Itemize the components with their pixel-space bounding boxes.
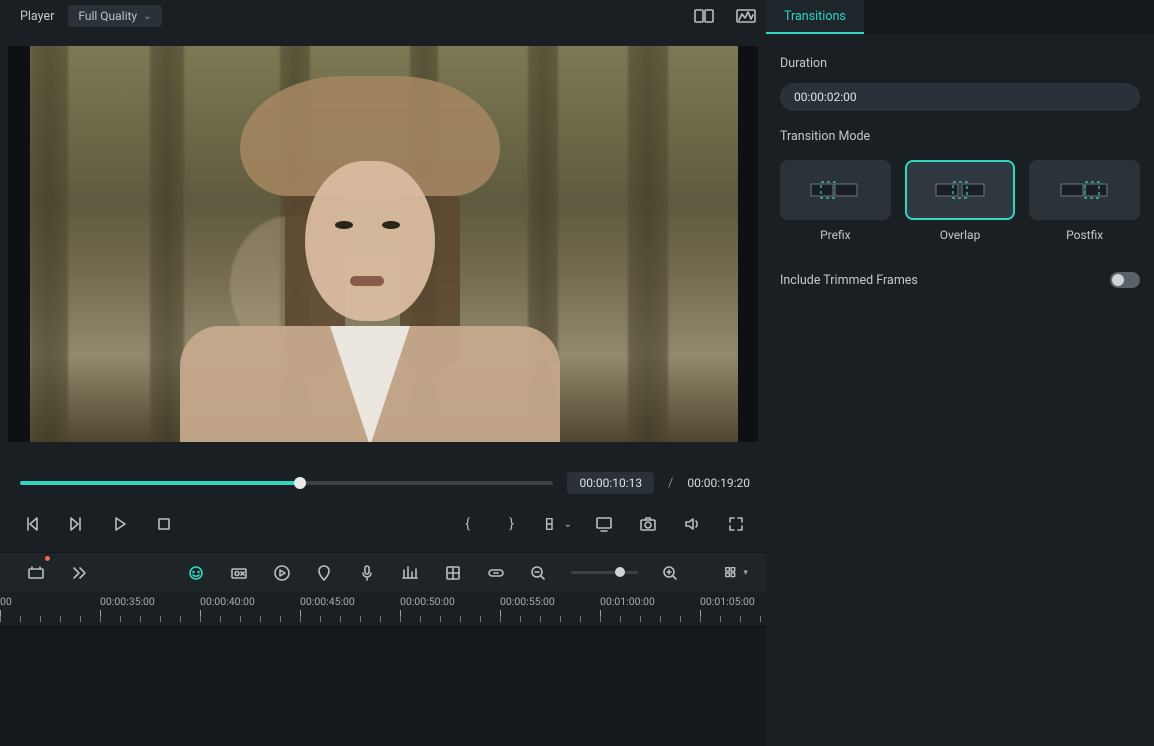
zoom-in-icon[interactable] — [660, 559, 681, 587]
timecode-separator: / — [668, 476, 673, 491]
quality-value: Full Quality — [78, 9, 137, 23]
clip-tools-icon[interactable] — [228, 559, 249, 587]
quality-dropdown[interactable]: Full Quality ⌄ — [68, 5, 161, 27]
mode-overlap[interactable]: Overlap — [905, 160, 1016, 242]
duration-label: Duration — [780, 56, 1140, 71]
fullscreen-icon[interactable] — [722, 510, 750, 538]
next-frame-button[interactable] — [62, 510, 90, 538]
mode-postfix[interactable]: Postfix — [1029, 160, 1140, 242]
audio-icon[interactable] — [678, 510, 706, 538]
play-button[interactable] — [106, 510, 134, 538]
timecode-total: 00:00:19:20 — [687, 476, 750, 490]
chevron-down-icon: ⌄ — [143, 11, 151, 22]
inspector-tabbar: Transitions — [766, 0, 1154, 34]
ruler-mark: 00:00:50:00 — [400, 595, 500, 608]
display-output-icon[interactable] — [590, 510, 618, 538]
expand-right-icon[interactable] — [69, 559, 90, 587]
scrubber-handle[interactable] — [294, 477, 306, 489]
speed-icon[interactable] — [271, 559, 292, 587]
mark-out-button[interactable]: } — [498, 510, 526, 538]
prev-frame-button[interactable] — [18, 510, 46, 538]
compare-view-icon[interactable] — [690, 2, 718, 30]
include-trimmed-label: Include Trimmed Frames — [780, 273, 918, 288]
track-options-icon[interactable]: ▾ — [724, 559, 748, 587]
mode-overlap-thumb — [905, 160, 1016, 220]
mode-prefix-label: Prefix — [820, 228, 851, 242]
marker-menu-button[interactable]: ⌄ — [542, 510, 574, 538]
ruler-mark: 00:00:45:00 — [300, 595, 400, 608]
mode-postfix-label: Postfix — [1066, 228, 1103, 242]
ruler-mark: 00:01:05:00 — [700, 595, 766, 608]
mode-prefix[interactable]: Prefix — [780, 160, 891, 242]
player-scrubber[interactable] — [20, 481, 553, 485]
zoom-slider[interactable] — [571, 571, 638, 574]
ruler-mark: 00:00:40:00 — [200, 595, 300, 608]
ruler-start: 00 — [0, 595, 100, 608]
player-viewport[interactable] — [8, 46, 758, 442]
mode-prefix-thumb — [780, 160, 891, 220]
timeline-tracks[interactable] — [0, 626, 766, 746]
audio-tools-icon[interactable] — [400, 559, 421, 587]
mark-in-button[interactable]: { — [454, 510, 482, 538]
mic-icon[interactable] — [357, 559, 378, 587]
include-trimmed-toggle[interactable] — [1110, 272, 1140, 288]
ruler-mark: 00:00:55:00 — [500, 595, 600, 608]
timeline-insert-icon[interactable] — [26, 559, 47, 587]
tab-transitions[interactable]: Transitions — [766, 0, 864, 34]
scopes-icon[interactable] — [732, 2, 760, 30]
video-frame — [30, 46, 738, 442]
stop-button[interactable] — [150, 510, 178, 538]
ai-tools-icon[interactable] — [186, 559, 207, 587]
timeline-ruler[interactable]: 00 00:00:35:00 00:00:40:00 00:00:45:00 0… — [0, 592, 766, 626]
duration-input[interactable]: 00:00:02:00 — [780, 83, 1140, 111]
ruler-mark: 00:00:35:00 — [100, 595, 200, 608]
timecode-current[interactable]: 00:00:10:13 — [567, 472, 654, 494]
marker-icon[interactable] — [314, 559, 335, 587]
zoom-out-icon[interactable] — [528, 559, 549, 587]
snapshot-icon[interactable] — [634, 510, 662, 538]
snap-icon[interactable] — [442, 559, 463, 587]
player-label: Player — [20, 9, 54, 24]
mode-postfix-thumb — [1029, 160, 1140, 220]
link-icon[interactable] — [485, 559, 506, 587]
ruler-mark: 00:01:00:00 — [600, 595, 700, 608]
zoom-handle[interactable] — [615, 567, 625, 577]
toggle-knob — [1112, 274, 1124, 286]
transition-mode-label: Transition Mode — [780, 129, 1140, 144]
mode-overlap-label: Overlap — [940, 228, 981, 242]
